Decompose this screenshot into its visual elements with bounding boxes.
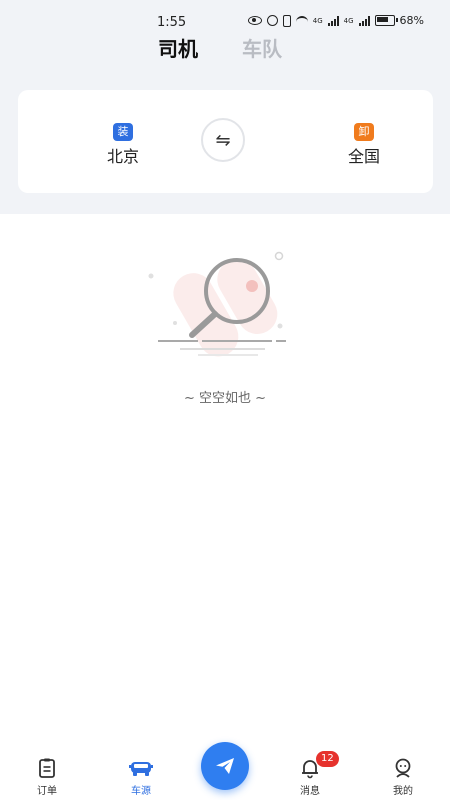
- nav-item-messages[interactable]: 12 消息: [280, 751, 340, 797]
- nav-label-orders: 订单: [37, 786, 57, 797]
- paper-plane-icon: [216, 758, 234, 774]
- destination-selector[interactable]: 卸 全国: [324, 120, 404, 167]
- tab-fleet[interactable]: 车队: [242, 33, 282, 62]
- destination-city: 全国: [347, 147, 380, 166]
- unload-badge: 卸: [354, 123, 374, 141]
- alarm-icon: [266, 15, 278, 26]
- signal-label-1: 4G: [312, 16, 323, 25]
- route-card: 装 北京 ⇋ 卸 全国: [18, 90, 433, 193]
- wifi-icon: [295, 15, 308, 26]
- origin-selector[interactable]: 装 北京: [83, 120, 163, 167]
- nav-item-vehicles[interactable]: 车源: [111, 756, 171, 797]
- person-icon: [373, 756, 433, 780]
- empty-state: ~ 空空如也 ~: [0, 238, 450, 418]
- nav-label-profile: 我的: [393, 786, 413, 797]
- publish-button[interactable]: [201, 742, 249, 790]
- magnifier-illustration: [148, 251, 293, 357]
- signal-label-2: 4G: [343, 16, 354, 25]
- truck-icon: [111, 756, 171, 780]
- message-count-badge: 12: [316, 751, 339, 767]
- eye-icon: [247, 16, 262, 25]
- nav-item-profile[interactable]: 我的: [373, 756, 433, 797]
- clipboard-icon: [17, 756, 77, 780]
- swap-button[interactable]: ⇋: [201, 118, 245, 162]
- status-icons: 4G 4G 68%: [247, 14, 424, 27]
- status-time: 1:55: [157, 15, 187, 30]
- signal-icon: [358, 15, 370, 26]
- battery-percent: 68%: [399, 14, 424, 27]
- nav-label-messages: 消息: [300, 786, 320, 797]
- nav-item-orders[interactable]: 订单: [17, 756, 77, 797]
- tab-driver[interactable]: 司机: [158, 33, 198, 62]
- load-badge: 装: [113, 123, 133, 141]
- bell-icon: 12: [280, 751, 340, 780]
- swap-icon: ⇋: [215, 129, 231, 151]
- battery-icon: [374, 15, 398, 26]
- signal-icon: [327, 15, 339, 26]
- nav-label-vehicles: 车源: [131, 786, 151, 797]
- empty-message: ~ 空空如也 ~: [183, 391, 267, 406]
- top-tabs: 司机 车队: [158, 33, 282, 62]
- origin-city: 北京: [106, 147, 139, 166]
- vibrate-icon: [282, 14, 291, 27]
